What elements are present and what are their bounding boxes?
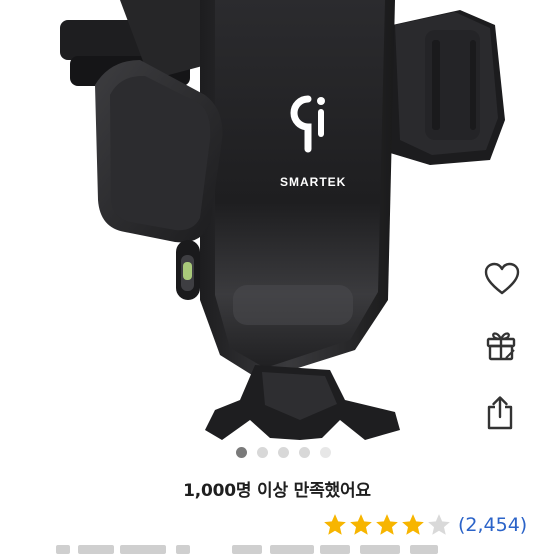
heart-outline-icon [484, 262, 520, 295]
star-empty-icon [428, 514, 450, 535]
product-photo: SMARTEK [60, 0, 505, 440]
truncated-description [0, 545, 554, 554]
charger-body [200, 0, 395, 380]
carousel-dot[interactable] [236, 447, 247, 458]
star-filled-icon [402, 514, 424, 535]
carousel-dot[interactable] [278, 447, 289, 458]
wishlist-button[interactable] [484, 262, 528, 306]
star-filled-icon [324, 514, 346, 535]
satisfaction-text: 1,000명 이상 만족했어요 [183, 481, 371, 501]
carousel-indicator [0, 446, 554, 460]
star-filled-icon [376, 514, 398, 535]
carousel-dot[interactable] [320, 447, 331, 458]
rating-summary[interactable]: (2,454) [322, 510, 527, 540]
gift-button[interactable] [484, 328, 528, 372]
vent-hook [205, 365, 400, 440]
status-led [176, 240, 200, 300]
share-button[interactable] [484, 395, 528, 439]
brand-label: SMARTEK [280, 175, 346, 189]
review-count-link[interactable]: (2,454) [458, 514, 527, 536]
carousel-dot[interactable] [299, 447, 310, 458]
product-image-area[interactable]: SMARTEK [0, 0, 554, 440]
share-icon [487, 396, 513, 430]
star-filled-icon [350, 514, 372, 535]
carousel-dot[interactable] [257, 447, 268, 458]
star-rating [322, 512, 452, 538]
gift-icon [486, 332, 516, 361]
